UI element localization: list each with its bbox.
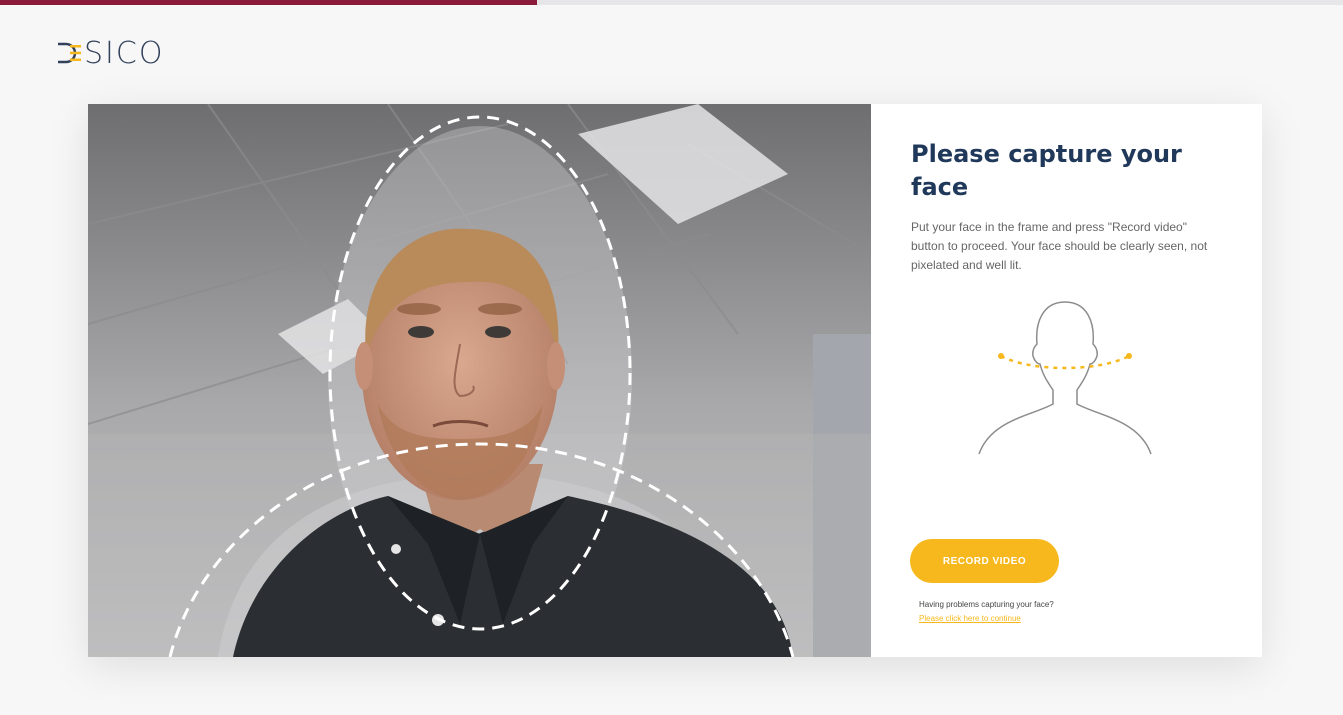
logo: SICO — [56, 35, 165, 71]
camera-preview — [88, 104, 871, 657]
help-text: Having problems capturing your face? — [919, 600, 1054, 609]
progress-track — [0, 0, 1343, 5]
help-link[interactable]: Please click here to continue — [919, 612, 1054, 626]
head-rotate-guide-icon — [971, 294, 1171, 479]
record-video-button[interactable]: Record video — [910, 539, 1059, 583]
page-title: Please capture your face — [911, 140, 1182, 201]
instruction-text: Put your face in the frame and press "Re… — [911, 220, 1208, 272]
logo-mark-icon — [56, 41, 82, 65]
help-section: Having problems capturing your face? Ple… — [919, 598, 1054, 626]
progress-fill — [0, 0, 538, 5]
logo-text: SICO — [84, 35, 165, 71]
capture-card: Please capture your face Put your face i… — [88, 104, 1262, 657]
instruction-panel: Please capture your face Put your face i… — [871, 104, 1262, 657]
